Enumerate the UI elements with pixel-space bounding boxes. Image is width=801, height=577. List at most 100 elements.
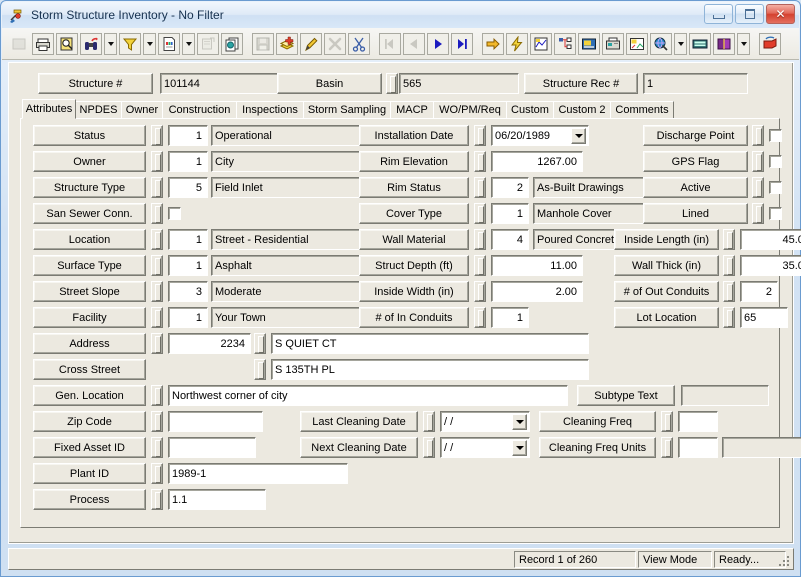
basin-field[interactable]: 565	[399, 73, 519, 94]
field-status-button[interactable]: Status	[33, 125, 146, 146]
field-status-code-field[interactable]: 1	[168, 125, 208, 146]
field-street-slope-spinner[interactable]	[151, 281, 163, 302]
field-rim-elevation-button[interactable]: Rim Elevation	[359, 151, 469, 172]
field-address-number-field[interactable]: 2234	[168, 333, 251, 354]
field-plant-id-spinner[interactable]	[151, 463, 163, 484]
field-rim-status-code-field[interactable]: 2	[491, 177, 529, 198]
field-rim-status-spinner[interactable]	[474, 177, 486, 198]
field-rim-status-text-field[interactable]: As-Built Drawings	[533, 177, 658, 198]
field-structure-type-code-field[interactable]: 5	[168, 177, 208, 198]
toolbar-quick-action-button[interactable]	[506, 32, 528, 55]
combo-dropdown-button[interactable]	[571, 127, 586, 144]
field-lot-location-spinner[interactable]	[723, 307, 735, 328]
field-process-value-field[interactable]: 1.1	[168, 489, 266, 510]
field-inside-length-in-value-field[interactable]: 45.00	[740, 229, 801, 250]
field-wall-thick-in-spinner[interactable]	[723, 255, 735, 276]
field-process-spinner[interactable]	[151, 489, 163, 510]
field-lined-checkbox[interactable]	[769, 207, 782, 220]
toolbar-map-button[interactable]	[530, 32, 552, 55]
field-cleaning-freq-spinner[interactable]	[661, 411, 673, 432]
structure-rec-button[interactable]: Structure Rec #	[524, 73, 638, 94]
field-of-out-conduits-value-field[interactable]: 2	[740, 281, 778, 302]
field-cover-type-button[interactable]: Cover Type	[359, 203, 469, 224]
field-active-button[interactable]: Active	[643, 177, 748, 198]
toolbar-copy-record-button[interactable]	[221, 32, 243, 55]
field-of-in-conduits-button[interactable]: # of In Conduits	[359, 307, 469, 328]
toolbar-help-button[interactable]	[713, 32, 735, 55]
close-button[interactable]: ✕	[766, 4, 795, 24]
field-san-sewer-conn-button[interactable]: San Sewer Conn.	[33, 203, 146, 224]
field-inside-width-in-button[interactable]: Inside Width (in)	[359, 281, 469, 302]
field-cleaning-freq-units-button[interactable]: Cleaning Freq Units	[539, 437, 656, 458]
maximize-button[interactable]	[735, 4, 764, 24]
field-cleaning-freq-units-value-field[interactable]	[678, 437, 718, 458]
field-of-in-conduits-value-field[interactable]: 1	[491, 307, 529, 328]
field-status-spinner[interactable]	[151, 125, 163, 146]
field-surface-type-spinner[interactable]	[151, 255, 163, 276]
field-installation-date-spinner[interactable]	[474, 125, 486, 146]
toolbar-cut-button[interactable]	[348, 32, 370, 55]
structure-number-field[interactable]: 101144	[160, 73, 290, 94]
toolbar-filter-button[interactable]	[119, 32, 141, 55]
toolbar-filter-dropdown[interactable]	[143, 32, 156, 55]
toolbar-print-button[interactable]	[32, 32, 54, 55]
field-san-sewer-conn-checkbox[interactable]	[168, 207, 181, 220]
field-struct-depth-ft-spinner[interactable]	[474, 255, 486, 276]
field-gps-flag-button[interactable]: GPS Flag	[643, 151, 748, 172]
toolbar-next-record-button[interactable]	[427, 32, 449, 55]
combo-dropdown-button[interactable]	[512, 439, 527, 456]
field-gps-flag-spinner[interactable]	[752, 151, 764, 172]
basin-spinner[interactable]	[386, 73, 398, 94]
field-last-cleaning-date-spinner[interactable]	[423, 411, 435, 432]
field-facility-spinner[interactable]	[151, 307, 163, 328]
field-rim-elevation-spinner[interactable]	[474, 151, 486, 172]
field-next-cleaning-date-spinner[interactable]	[423, 437, 435, 458]
field-gen-location-field[interactable]: Northwest corner of city	[168, 385, 568, 406]
field-cover-type-text-field[interactable]: Manhole Cover	[533, 203, 658, 224]
combo-dropdown-button[interactable]	[512, 413, 527, 430]
field-street-slope-code-field[interactable]: 3	[168, 281, 208, 302]
structure-rec-field[interactable]: 1	[643, 73, 748, 94]
field-location-code-field[interactable]: 1	[168, 229, 208, 250]
field-location-spinner[interactable]	[151, 229, 163, 250]
structure-number-button[interactable]: Structure #	[38, 73, 153, 94]
field-inside-length-in-spinner[interactable]	[723, 229, 735, 250]
field-owner-button[interactable]: Owner	[33, 151, 146, 172]
field-cleaning-freq-units-text-field[interactable]	[722, 437, 801, 458]
tab-comments[interactable]: Comments	[610, 101, 674, 119]
field-struct-depth-ft-button[interactable]: Struct Depth (ft)	[359, 255, 469, 276]
toolbar-exit-button[interactable]	[759, 32, 781, 55]
field-active-checkbox[interactable]	[769, 181, 782, 194]
field-structure-type-spinner[interactable]	[151, 177, 163, 198]
tab-attributes[interactable]: Attributes	[22, 99, 76, 119]
field-address-button[interactable]: Address	[33, 333, 146, 354]
field-address-street-spinner[interactable]	[254, 333, 266, 354]
field-next-cleaning-date-button[interactable]: Next Cleaning Date	[300, 437, 418, 458]
toolbar-report-button[interactable]	[158, 32, 180, 55]
field-surface-type-button[interactable]: Surface Type	[33, 255, 146, 276]
field-lot-location-button[interactable]: Lot Location	[614, 307, 719, 328]
field-location-button[interactable]: Location	[33, 229, 146, 250]
field-wall-thick-in-button[interactable]: Wall Thick (in)	[614, 255, 719, 276]
field-gen-location-spinner[interactable]	[151, 385, 163, 406]
tab-custom[interactable]: Custom	[506, 101, 554, 119]
toolbar-last-record-button[interactable]	[451, 32, 473, 55]
basin-button[interactable]: Basin	[277, 73, 382, 94]
tab-wo-pm-req[interactable]: WO/PM/Req	[433, 101, 507, 119]
field-discharge-point-checkbox[interactable]	[769, 129, 782, 142]
field-fixed-asset-id-button[interactable]: Fixed Asset ID	[33, 437, 146, 458]
tab-inspections[interactable]: Inspections	[236, 101, 304, 119]
tab-owner[interactable]: Owner	[121, 101, 163, 119]
field-cleaning-freq-units-spinner[interactable]	[661, 437, 673, 458]
field-cross-street-spinner[interactable]	[254, 359, 266, 380]
tab-custom-2[interactable]: Custom 2	[553, 101, 611, 119]
toolbar-image-button[interactable]	[578, 32, 600, 55]
field-street-slope-button[interactable]: Street Slope	[33, 281, 146, 302]
toolbar-web-dropdown[interactable]	[674, 32, 687, 55]
field-process-button[interactable]: Process	[33, 489, 146, 510]
field-owner-code-field[interactable]: 1	[168, 151, 208, 172]
field-owner-spinner[interactable]	[151, 151, 163, 172]
toolbar-chart-button[interactable]	[626, 32, 648, 55]
field-wall-material-button[interactable]: Wall Material	[359, 229, 469, 250]
field-zip-code-spinner[interactable]	[151, 411, 163, 432]
